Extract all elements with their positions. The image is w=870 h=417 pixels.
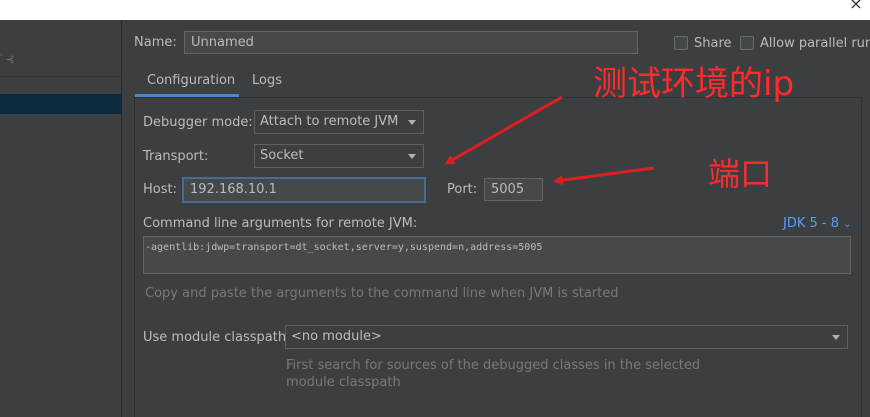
chevron-down-icon <box>408 120 416 125</box>
tab-logs[interactable]: Logs <box>252 73 282 88</box>
module-hint-line1: First search for sources of the debugged… <box>286 358 701 373</box>
port-label: Port: <box>447 182 478 197</box>
module-classpath-select[interactable]: <no module> <box>285 325 848 349</box>
annotation-port-text: 端口 <box>708 155 773 193</box>
module-classpath-label: Use module classpath: <box>143 330 291 345</box>
module-classpath-value: <no module> <box>291 329 382 344</box>
share-label: Share <box>694 36 732 51</box>
tree-divider <box>0 76 122 77</box>
title-bar: × <box>0 0 870 20</box>
cmd-args-field[interactable]: -agentlib:jdwp=transport=dt_socket,serve… <box>143 236 851 274</box>
parallel-run-label: Allow parallel run <box>760 36 870 51</box>
port-field[interactable]: 5005 <box>484 178 543 201</box>
config-tree-panel: ﾞ⊰ <box>0 20 122 417</box>
share-checkbox[interactable] <box>674 36 688 50</box>
transport-value: Socket <box>260 148 304 163</box>
module-hint-line2: module classpath <box>286 375 401 390</box>
debugger-mode-select[interactable]: Attach to remote JVM <box>254 110 424 134</box>
transport-select[interactable]: Socket <box>254 144 424 168</box>
tree-toolbar-text: ﾞ⊰ <box>0 53 15 66</box>
jdk-version-dropdown[interactable]: JDK 5 - 8 ⌄ <box>783 216 852 231</box>
host-field[interactable]: 192.168.10.1 <box>182 177 426 203</box>
name-field[interactable]: Unnamed <box>184 31 638 54</box>
parallel-run-checkbox[interactable] <box>740 36 754 50</box>
close-icon[interactable]: × <box>848 0 864 12</box>
jdk-version-label: JDK 5 - 8 <box>783 216 839 231</box>
cmd-args-label: Command line arguments for remote JVM: <box>143 216 418 231</box>
chevron-down-icon: ⌄ <box>843 219 852 230</box>
chevron-down-icon <box>832 335 840 340</box>
debugger-mode-label: Debugger mode: <box>143 115 253 130</box>
name-label: Name: <box>134 35 177 50</box>
tab-configuration[interactable]: Configuration <box>147 73 235 88</box>
chevron-down-icon <box>408 154 416 159</box>
tree-selected-item[interactable] <box>0 94 122 114</box>
cmd-args-hint: Copy and paste the arguments to the comm… <box>145 286 619 301</box>
host-label: Host: <box>143 182 177 197</box>
debugger-mode-value: Attach to remote JVM <box>260 114 399 129</box>
annotation-ip-text: 测试环境的ip <box>593 64 795 104</box>
transport-label: Transport: <box>143 149 209 164</box>
